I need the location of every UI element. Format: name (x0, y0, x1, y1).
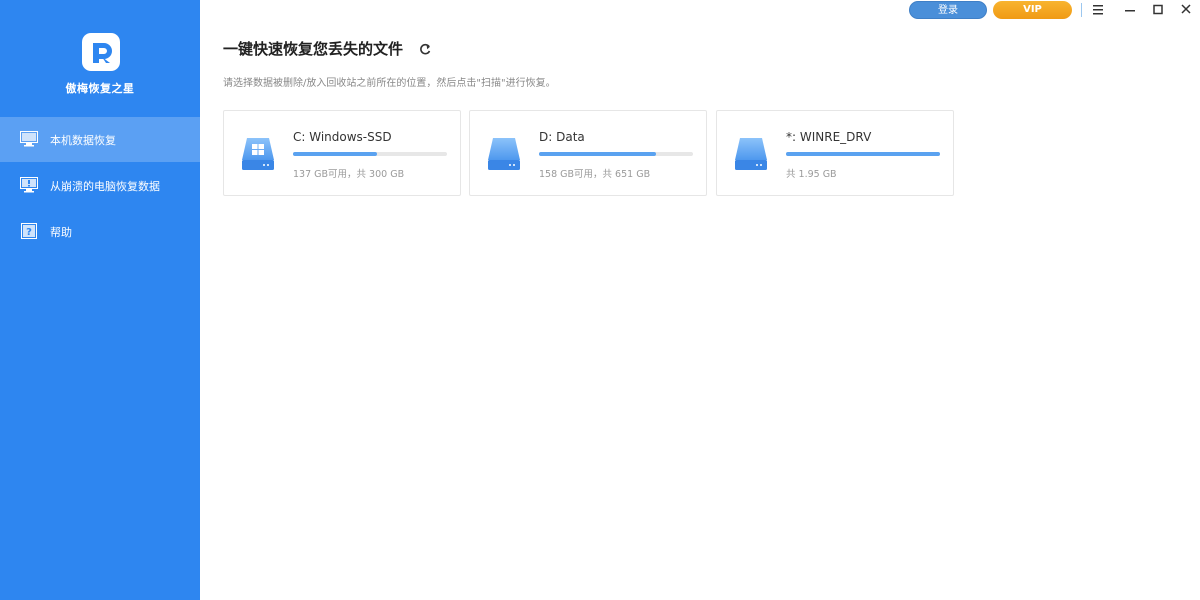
sidebar-item-label: 帮助 (50, 226, 72, 239)
crashed-pc-icon (20, 177, 38, 193)
drive-capacity: 共 1.95 GB (786, 169, 837, 180)
drive-capacity: 137 GB可用，共 300 GB (293, 169, 405, 180)
hard-drive-icon (487, 136, 521, 172)
page-subtitle: 请选择数据被删除/放入回收站之前所在的位置，然后点击"扫描"进行恢复。 (223, 78, 556, 89)
svg-text:?: ? (26, 227, 32, 238)
sidebar-item-label: 从崩溃的电脑恢复数据 (50, 180, 160, 193)
close-icon (1181, 4, 1191, 14)
minimize-icon (1125, 10, 1135, 12)
drive-usage-bar (293, 152, 447, 156)
drive-capacity: 158 GB可用，共 651 GB (539, 169, 651, 180)
maximize-button[interactable] (1145, 0, 1171, 20)
sidebar-nav: 本机数据恢复 从崩溃的电脑恢复数据 ? 帮助 (0, 117, 200, 255)
sidebar: 傲梅恢复之星 本机数据恢复 从崩溃的电脑恢复数据 ? 帮助 (0, 0, 200, 600)
minimize-button[interactable] (1117, 0, 1143, 20)
drive-usage-fill (539, 152, 656, 156)
hard-drive-icon (734, 136, 768, 172)
menu-button[interactable] (1085, 0, 1111, 20)
hard-drive-icon (241, 136, 275, 172)
close-button[interactable] (1173, 0, 1199, 20)
page-title: 一键快速恢复您丢失的文件 (223, 40, 404, 58)
drive-usage-fill (293, 152, 377, 156)
drive-usage-bar (786, 152, 940, 156)
app-name: 傲梅恢复之星 (65, 82, 135, 95)
drive-usage-fill (786, 152, 940, 156)
menu-icon (1093, 5, 1103, 15)
drive-name: C: Windows-SSD (293, 130, 392, 144)
drive-name: D: Data (539, 130, 585, 144)
drive-usage-bar (539, 152, 693, 156)
sidebar-item-crashed-pc[interactable]: 从崩溃的电脑恢复数据 (0, 163, 200, 208)
sidebar-item-local-recovery[interactable]: 本机数据恢复 (0, 117, 200, 162)
app-window: 傲梅恢复之星 本机数据恢复 从崩溃的电脑恢复数据 ? 帮助 登录 VIP 一键快… (0, 0, 1200, 600)
login-button[interactable]: 登录 (909, 1, 987, 19)
sidebar-item-help[interactable]: ? 帮助 (0, 209, 200, 254)
maximize-icon (1153, 4, 1163, 15)
drive-name: *: WINRE_DRV (786, 130, 872, 144)
monitor-icon (20, 131, 38, 147)
help-icon: ? (20, 223, 38, 239)
app-logo-icon (82, 33, 120, 71)
sidebar-item-label: 本机数据恢复 (50, 134, 116, 147)
drive-card[interactable]: D: Data 158 GB可用，共 651 GB (469, 110, 707, 196)
drive-card[interactable]: C: Windows-SSD 137 GB可用，共 300 GB (223, 110, 461, 196)
drive-card[interactable]: *: WINRE_DRV 共 1.95 GB (716, 110, 954, 196)
refresh-icon[interactable] (418, 41, 432, 55)
titlebar-divider (1081, 3, 1082, 17)
vip-button[interactable]: VIP (993, 1, 1072, 19)
